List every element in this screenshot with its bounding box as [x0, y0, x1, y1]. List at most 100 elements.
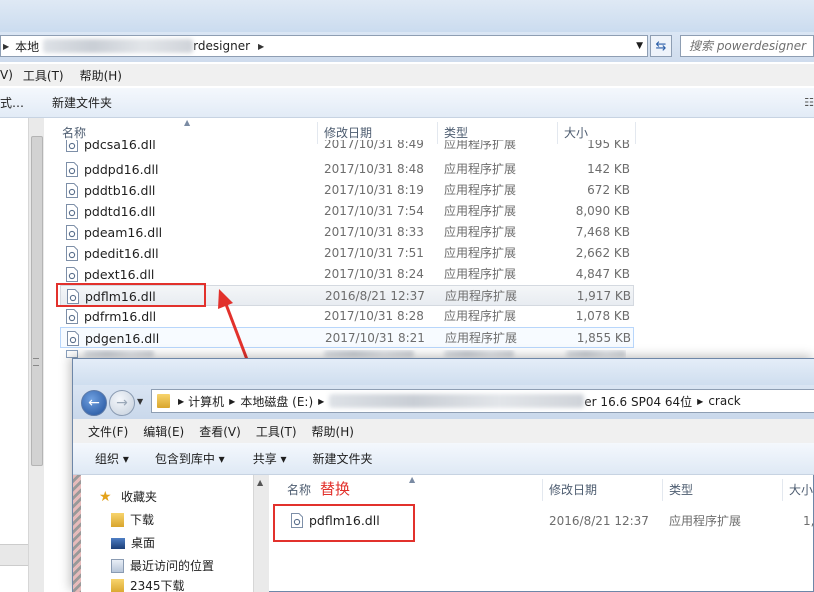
nav-item-label: 收藏夹	[121, 490, 158, 504]
address-sep: ▶	[3, 41, 10, 51]
address-segment-crack[interactable]: crack	[708, 394, 740, 408]
folder-icon	[111, 579, 124, 592]
file-date: 2017/10/31 8:49	[324, 140, 424, 151]
include-in-library-button[interactable]: 包含到库中 ▾	[155, 450, 225, 467]
file-size: 1,855 KB	[576, 331, 631, 345]
file-date: 2017/10/31 8:28	[324, 309, 424, 323]
file-type: 应用程序扩展	[444, 246, 517, 260]
back-button[interactable]: ←	[81, 390, 107, 416]
file-name: pddtd16.dll	[84, 204, 156, 219]
address-sep: ▶	[229, 396, 236, 406]
dll-file-icon	[67, 331, 79, 346]
menu-tools[interactable]: 工具(T)	[256, 423, 297, 440]
view-options-icon[interactable]: ☷	[804, 96, 814, 109]
file-type: 应用程序扩展	[444, 267, 517, 281]
file-row[interactable]: pdgen16.dll 2017/10/31 8:21 应用程序扩展 1,855 KB	[60, 327, 634, 348]
file-date: 2017/10/31 8:24	[324, 267, 424, 281]
desktop-icon	[111, 537, 125, 549]
recent-pages-dropdown-icon[interactable]: ▼	[137, 397, 143, 406]
highlight-box-source-file	[273, 504, 415, 542]
share-button[interactable]: 共享 ▾	[253, 450, 287, 467]
file-row[interactable]: pdcsa16.dll 2017/10/31 8:49 应用程序扩展 195 KB	[60, 140, 634, 154]
column-header-type[interactable]: 类型	[663, 479, 783, 501]
file-type: 应用程序扩展	[444, 309, 517, 323]
address-sep: ▶	[258, 41, 265, 51]
address-field[interactable]: ▶ 计算机 ▶ 本地磁盘 (E:) ▶ er 16.6 SP04 64位 ▶ c…	[151, 389, 814, 413]
forward-button[interactable]: →	[109, 390, 135, 416]
arrow-right-icon: →	[116, 395, 128, 411]
address-segment-folder[interactable]: er 16.6 SP04 64位	[584, 393, 692, 410]
file-type: 应用程序扩展	[444, 204, 517, 218]
file-type: 应用程序扩展	[445, 331, 518, 345]
file-row[interactable]: pddpd16.dll 2017/10/31 8:48 应用程序扩展 142 KB	[60, 159, 634, 180]
column-header-date[interactable]: 修改日期	[543, 479, 663, 501]
file-type: 应用程序扩展	[444, 183, 517, 197]
nav-item-label: 桌面	[131, 536, 156, 550]
menu-edit[interactable]: 编辑(E)	[143, 423, 184, 440]
search-input[interactable]: 搜索 powerdesigner	[680, 35, 814, 57]
recent-places-icon	[111, 559, 124, 573]
address-sep: ▶	[178, 396, 185, 406]
address-segment-local-disk[interactable]: 本地	[11, 38, 43, 55]
file-name: pdgen16.dll	[85, 331, 160, 346]
foreground-explorer-window: ← → ▼ ▶ 计算机 ▶ 本地磁盘 (E:) ▶ er 16.6 SP04 6…	[72, 358, 814, 592]
file-type: 应用程序扩展	[445, 289, 518, 303]
navigation-pane-scroll-area	[0, 544, 28, 566]
nav-item-recent-places[interactable]: 最近访问的位置	[111, 556, 214, 576]
menu-tools[interactable]: 工具(T)	[23, 67, 64, 84]
dll-file-icon	[66, 183, 78, 198]
toolbar: 组织 ▾ 包含到库中 ▾ 共享 ▾ 新建文件夹	[73, 443, 814, 475]
dll-file-icon	[66, 309, 78, 324]
file-row[interactable]: pdext16.dll 2017/10/31 8:24 应用程序扩展 4,847 KB	[60, 264, 634, 285]
menu-file[interactable]: 文件(F)	[88, 423, 128, 440]
file-date: 2017/10/31 7:54	[324, 204, 424, 218]
address-sep: ▶	[697, 396, 704, 406]
file-date: 2017/10/31 8:21	[325, 331, 425, 345]
replace-annotation-label: 替换	[320, 480, 351, 498]
address-dropdown-icon[interactable]: ▼	[636, 41, 647, 51]
dll-file-icon	[66, 267, 78, 282]
nav-item-downloads[interactable]: 下载	[111, 510, 154, 530]
nav-item-label: 2345下载	[130, 579, 185, 592]
dll-file-icon	[66, 140, 78, 152]
toolbar-item-truncated[interactable]: 式…	[0, 94, 24, 111]
menu-help[interactable]: 帮助(H)	[80, 67, 122, 84]
folder-icon	[157, 394, 170, 408]
highlight-box-target-file	[56, 283, 206, 307]
file-name: pdext16.dll	[84, 267, 155, 282]
file-size: 195 KB	[587, 140, 630, 151]
new-folder-button[interactable]: 新建文件夹	[52, 94, 112, 111]
file-row[interactable]: pdeam16.dll 2017/10/31 8:33 应用程序扩展 7,468 KB	[60, 222, 634, 243]
nav-item-2345-downloads[interactable]: 2345下载	[111, 579, 185, 592]
file-date: 2017/10/31 7:51	[324, 246, 424, 260]
address-segment-disk[interactable]: 本地磁盘 (E:)	[240, 393, 313, 410]
file-name: pdfrm16.dll	[84, 309, 157, 324]
address-segment-computer[interactable]: 计算机	[188, 393, 224, 410]
menu-view[interactable]: 查看(V)	[199, 423, 241, 440]
menu-help[interactable]: 帮助(H)	[312, 423, 354, 440]
blurred-address-segment	[43, 39, 194, 53]
file-type: 应用程序扩展	[444, 162, 517, 176]
nav-item-favorites[interactable]: ★ 收藏夹	[99, 487, 157, 507]
navigation-scrollbar[interactable]	[28, 118, 44, 592]
file-size: 1,078 KB	[575, 309, 630, 323]
menu-view[interactable]: V)	[0, 68, 13, 82]
nav-item-desktop[interactable]: 桌面	[111, 533, 155, 553]
address-segment-powerdesigner[interactable]: rdesigner	[193, 39, 254, 53]
file-name: pddpd16.dll	[84, 162, 159, 177]
file-row[interactable]: pddtb16.dll 2017/10/31 8:19 应用程序扩展 672 KB	[60, 180, 634, 201]
blurred-address-segment	[329, 394, 585, 408]
new-folder-button[interactable]: 新建文件夹	[313, 450, 373, 467]
column-header-size[interactable]: 大小	[783, 479, 814, 501]
dll-file-icon	[66, 246, 78, 261]
scroll-up-icon[interactable]: ▲	[257, 478, 263, 487]
file-name: pdedit16.dll	[84, 246, 159, 261]
scrollbar-thumb[interactable]	[31, 136, 43, 466]
file-row[interactable]: pdfrm16.dll 2017/10/31 8:28 应用程序扩展 1,078 KB	[60, 306, 634, 327]
file-row[interactable]: pddtd16.dll 2017/10/31 7:54 应用程序扩展 8,090 KB	[60, 201, 634, 222]
refresh-icon[interactable]: ⇆	[650, 35, 672, 57]
organize-button[interactable]: 组织 ▾	[95, 450, 129, 467]
navigation-scrollbar[interactable]: ▲	[253, 475, 269, 592]
file-row[interactable]: pdedit16.dll 2017/10/31 7:51 应用程序扩展 2,662 K…	[60, 243, 634, 264]
address-field[interactable]: ▶ 本地 rdesigner ▶ ▼	[0, 35, 648, 57]
